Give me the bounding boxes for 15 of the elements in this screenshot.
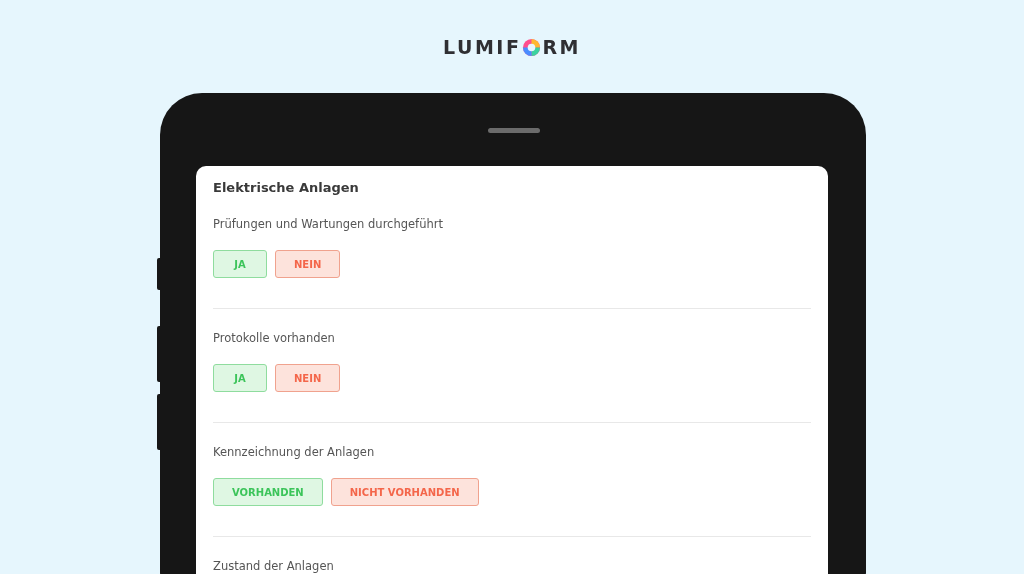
speaker-slot (488, 128, 540, 133)
logo-ring-icon (522, 37, 542, 57)
answer-button[interactable]: NICHT VORHANDEN (330, 478, 479, 506)
question-label: Zustand der Anlagen (213, 559, 334, 573)
section-title: Elektrische Anlagen (213, 179, 359, 195)
answer-button[interactable]: VORHANDEN (213, 478, 323, 506)
logo-text: RM (542, 36, 581, 58)
answer-button[interactable]: NEIN (275, 250, 341, 278)
question-label: Prüfungen und Wartungen durchgeführt (213, 217, 443, 231)
question-label: Protokolle vorhanden (213, 331, 335, 345)
logo-text: LUMIF (443, 36, 522, 58)
question-label: Kennzeichnung der Anlagen (213, 445, 375, 459)
answer-button[interactable]: NEIN (275, 364, 341, 392)
answer-button[interactable]: JA (213, 364, 267, 392)
answer-button[interactable]: JA (213, 250, 267, 278)
